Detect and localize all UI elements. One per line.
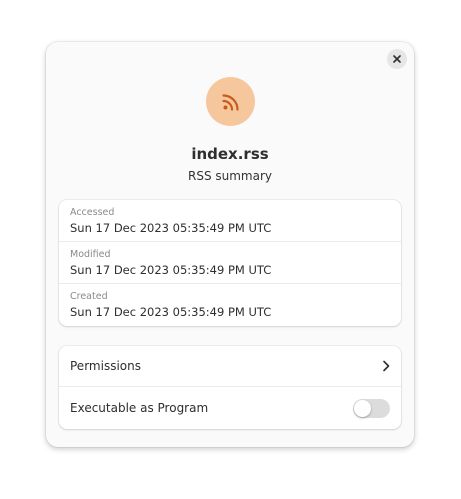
date-row-modified: Modified Sun 17 Dec 2023 05:35:49 PM UTC [59, 242, 401, 284]
permissions-card: Permissions Executable as Program [59, 346, 401, 429]
accessed-label: Accessed [70, 207, 115, 218]
permissions-row[interactable]: Permissions [59, 346, 401, 387]
close-button[interactable] [387, 49, 407, 69]
rss-feed-icon [221, 93, 239, 111]
toggle-knob [354, 399, 371, 417]
created-value: Sun 17 Dec 2023 05:35:49 PM UTC [70, 305, 272, 319]
file-properties-dialog: index.rss RSS summary Accessed Sun 17 De… [46, 42, 414, 447]
created-label: Created [70, 291, 108, 302]
executable-toggle[interactable] [353, 398, 390, 418]
modified-value: Sun 17 Dec 2023 05:35:49 PM UTC [70, 263, 272, 277]
close-icon [393, 55, 401, 63]
executable-label: Executable as Program [70, 401, 209, 415]
file-name: index.rss [191, 145, 269, 163]
accessed-value: Sun 17 Dec 2023 05:35:49 PM UTC [70, 221, 272, 235]
executable-row: Executable as Program [59, 387, 401, 429]
file-type-label: RSS summary [187, 169, 272, 183]
date-row-accessed: Accessed Sun 17 Dec 2023 05:35:49 PM UTC [59, 200, 401, 242]
date-row-created: Created Sun 17 Dec 2023 05:35:49 PM UTC [59, 284, 401, 326]
modified-label: Modified [70, 249, 111, 260]
permissions-label: Permissions [70, 359, 141, 373]
chevron-right-icon [383, 360, 390, 372]
dates-card: Accessed Sun 17 Dec 2023 05:35:49 PM UTC… [59, 200, 401, 326]
file-type-icon [206, 77, 255, 126]
